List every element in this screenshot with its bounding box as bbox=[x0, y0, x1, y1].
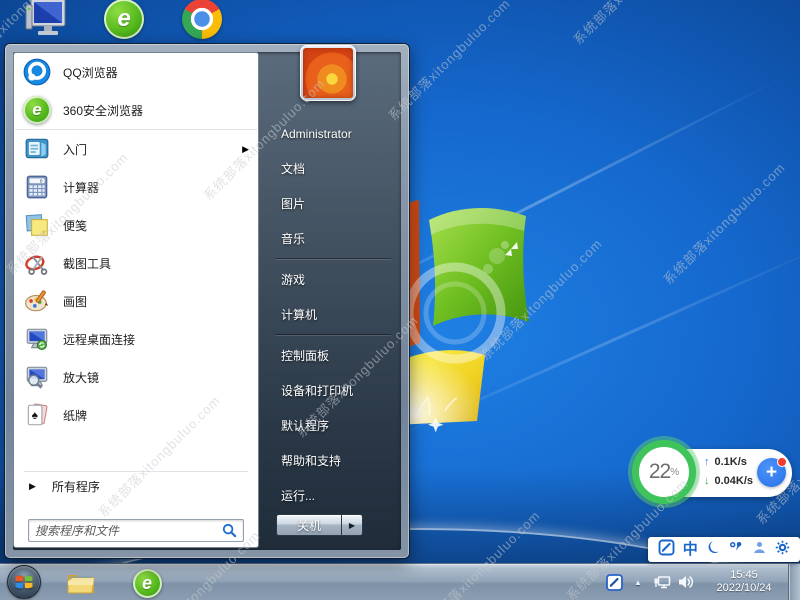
user-avatar[interactable] bbox=[300, 45, 356, 101]
volume-icon[interactable] bbox=[676, 572, 696, 592]
menu-item-label: 远程桌面连接 bbox=[63, 331, 135, 348]
360-browser-icon[interactable]: e bbox=[100, 0, 148, 42]
chinese-mode-icon[interactable]: 中 bbox=[683, 542, 698, 557]
menu-item-snipping-tool[interactable]: 截图工具 bbox=[14, 244, 258, 282]
punctuation-icon[interactable] bbox=[728, 540, 744, 560]
start-menu-right-column: Administrator 文档 图片 音乐 游戏 计算机 控制面板 设备和打印… bbox=[267, 52, 399, 550]
menu-item-calculator[interactable]: 0 计算器 bbox=[14, 168, 258, 206]
snipping-tool-icon bbox=[22, 248, 52, 278]
download-arrow-icon: ↓ bbox=[704, 475, 710, 487]
menu-item-documents[interactable]: 文档 bbox=[267, 151, 399, 186]
menu-item-qq-browser[interactable]: QQ浏览器 bbox=[14, 53, 258, 91]
start-button[interactable] bbox=[7, 565, 41, 599]
menu-divider bbox=[275, 334, 391, 336]
menu-divider bbox=[24, 471, 248, 472]
menu-divider bbox=[275, 258, 391, 260]
menu-item-music[interactable]: 音乐 bbox=[267, 221, 399, 256]
menu-item-label: QQ浏览器 bbox=[63, 64, 118, 81]
menu-item-label: 纸牌 bbox=[63, 407, 87, 424]
svg-text:0: 0 bbox=[40, 179, 43, 185]
start-menu-program-list: QQ浏览器 e 360安全浏览器 入门 ▶ bbox=[13, 52, 259, 548]
menu-item-label: 便笺 bbox=[63, 217, 87, 234]
taskbar-clock[interactable]: 15:45 2022/10/24 bbox=[704, 569, 784, 595]
menu-item-magnifier[interactable]: 放大镜 bbox=[14, 358, 258, 396]
network-speeds: ↑ 0.1K/s ↓ 0.04K/s bbox=[704, 453, 753, 491]
menu-item-360-browser[interactable]: e 360安全浏览器 bbox=[14, 91, 258, 129]
svg-text:♠: ♠ bbox=[32, 408, 38, 422]
start-menu: QQ浏览器 e 360安全浏览器 入门 ▶ bbox=[5, 44, 409, 558]
search-row bbox=[28, 519, 244, 542]
menu-item-label: 入门 bbox=[63, 141, 87, 158]
menu-item-devices-printers[interactable]: 设备和打印机 bbox=[267, 373, 399, 408]
network-icon[interactable] bbox=[652, 572, 672, 592]
qq-browser-icon bbox=[22, 57, 52, 87]
widget-plus-button[interactable]: + bbox=[757, 458, 786, 487]
user-name[interactable]: Administrator bbox=[267, 116, 399, 151]
gear-icon[interactable] bbox=[775, 540, 790, 560]
chrome-icon[interactable] bbox=[178, 0, 226, 42]
clock-date: 2022/10/24 bbox=[704, 582, 784, 595]
menu-item-remote-desktop[interactable]: 远程桌面连接 bbox=[14, 320, 258, 358]
all-programs-item[interactable]: ▶ 所有程序 bbox=[14, 473, 258, 500]
paint-icon bbox=[22, 286, 52, 316]
search-box[interactable] bbox=[28, 519, 244, 542]
submenu-arrow-icon: ▶ bbox=[242, 144, 249, 155]
menu-item-computer[interactable]: 计算机 bbox=[267, 297, 399, 332]
user-icon[interactable] bbox=[752, 540, 767, 560]
upload-arrow-icon: ↑ bbox=[704, 456, 710, 468]
explorer-folder-icon[interactable] bbox=[66, 568, 96, 598]
menu-item-help-support[interactable]: 帮助和支持 bbox=[267, 443, 399, 478]
all-programs-label: 所有程序 bbox=[52, 478, 100, 495]
menu-item-solitaire[interactable]: ♠ 纸牌 bbox=[14, 396, 258, 434]
all-programs-arrow-icon: ▶ bbox=[29, 481, 36, 492]
plus-label: + bbox=[766, 462, 777, 484]
moon-icon[interactable] bbox=[706, 540, 721, 560]
percent-value: 22 bbox=[649, 460, 670, 484]
windows-flag-wallpaper bbox=[393, 193, 558, 433]
windows-logo-icon bbox=[14, 572, 34, 592]
computer-icon[interactable] bbox=[22, 0, 70, 42]
desktop-icons: e bbox=[22, 0, 226, 42]
download-speed: 0.04K/s bbox=[715, 475, 754, 487]
menu-item-paint[interactable]: 画图 bbox=[14, 282, 258, 320]
ime-status-icon[interactable] bbox=[604, 572, 624, 592]
menu-item-label: 放大镜 bbox=[63, 369, 99, 386]
avatar-flower-picture bbox=[303, 48, 353, 98]
upload-speed: 0.1K/s bbox=[715, 456, 747, 468]
calculator-icon: 0 bbox=[22, 172, 52, 202]
menu-item-pictures[interactable]: 图片 bbox=[267, 186, 399, 221]
show-desktop-button[interactable] bbox=[788, 564, 800, 600]
menu-item-label: 计算器 bbox=[63, 179, 99, 196]
notification-dot bbox=[777, 457, 787, 467]
shutdown-button[interactable]: 关机 bbox=[276, 514, 342, 536]
menu-item-sticky-notes[interactable]: 便笺 bbox=[14, 206, 258, 244]
magnifier-icon bbox=[22, 362, 52, 392]
percent-unit: % bbox=[670, 467, 679, 478]
shutdown-options-arrow[interactable]: ▶ bbox=[342, 514, 363, 536]
remote-desktop-icon bbox=[22, 324, 52, 354]
show-hidden-icons-button[interactable]: ▲ bbox=[628, 572, 648, 592]
clock-time: 15:45 bbox=[704, 569, 784, 582]
ime-language-bar: 中 bbox=[648, 537, 800, 562]
taskbar: e ▲ 15:45 202 bbox=[0, 563, 800, 600]
menu-item-label: 截图工具 bbox=[63, 255, 111, 272]
solitaire-icon: ♠ bbox=[22, 400, 52, 430]
menu-item-label: 画图 bbox=[63, 293, 87, 310]
menu-item-run[interactable]: 运行... bbox=[267, 478, 399, 513]
memory-percent-ball[interactable]: 22% bbox=[632, 440, 696, 504]
getting-started-icon bbox=[22, 134, 52, 164]
menu-item-getting-started[interactable]: 入门 ▶ bbox=[14, 130, 258, 168]
360-browser-icon: e bbox=[22, 95, 52, 125]
menu-item-games[interactable]: 游戏 bbox=[267, 262, 399, 297]
search-icon bbox=[222, 523, 237, 538]
menu-item-default-programs[interactable]: 默认程序 bbox=[267, 408, 399, 443]
menu-item-label: 360安全浏览器 bbox=[63, 102, 143, 119]
menu-item-control-panel[interactable]: 控制面板 bbox=[267, 338, 399, 373]
360-browser-taskbar-icon[interactable]: e bbox=[132, 568, 162, 598]
system-tray: ▲ 15:45 2022/10/24 bbox=[604, 564, 800, 600]
search-input[interactable] bbox=[35, 524, 222, 538]
pen-box-icon[interactable] bbox=[658, 539, 675, 561]
net-speed-widget[interactable]: 22% ↑ 0.1K/s ↓ 0.04K/s + bbox=[632, 440, 794, 506]
sticky-notes-icon bbox=[22, 210, 52, 240]
